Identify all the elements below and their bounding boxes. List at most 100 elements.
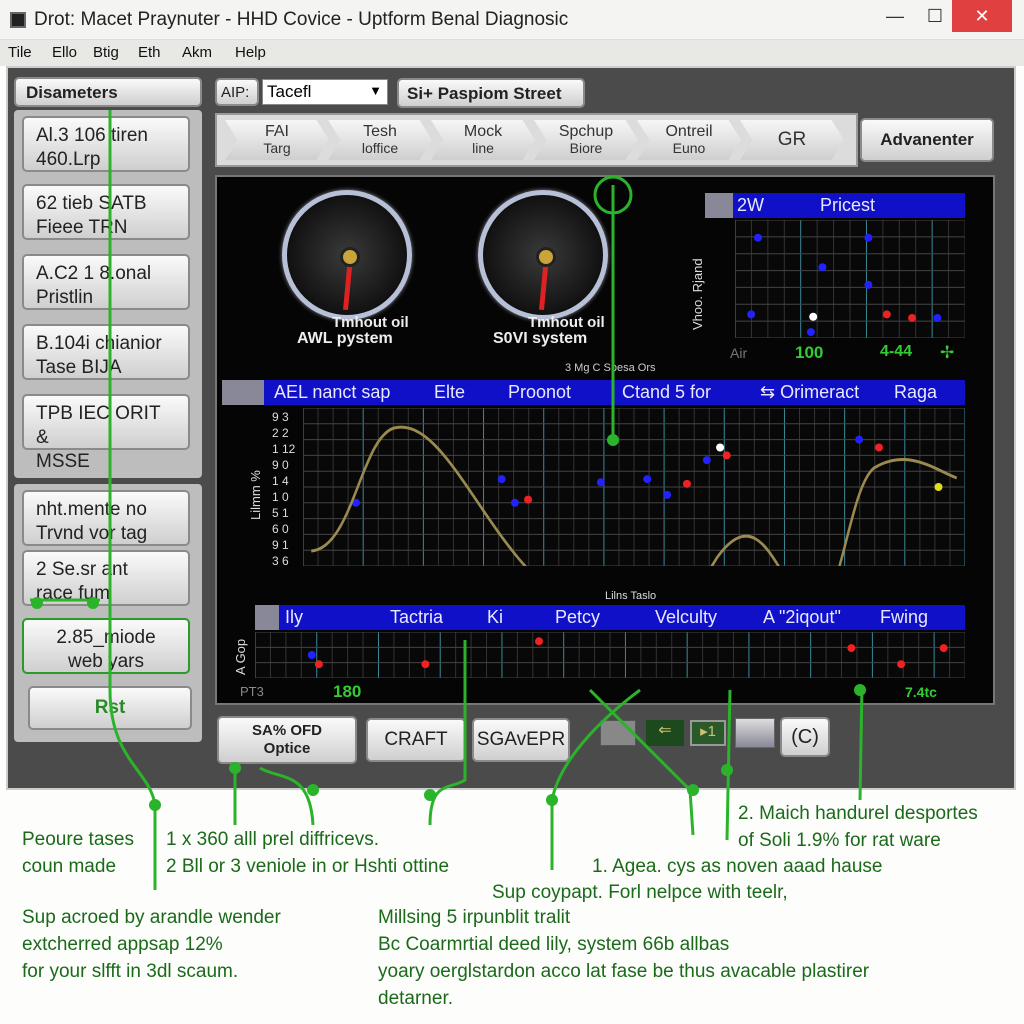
grid-thumb-icon [222,380,264,405]
grid-marker [908,313,917,322]
grid-marker [882,310,891,319]
grid-marker [939,644,948,653]
grid-marker [897,660,906,669]
grid-marker [874,443,883,452]
grid-marker [818,263,827,272]
callout-dot [424,789,436,801]
step-label: Mock [463,123,503,140]
back-arrow-icon[interactable]: ⇐ [646,720,684,746]
sidebar-item-line1: TPB IEC ORIT & [36,403,161,448]
step-5[interactable]: GR [740,120,844,160]
bottom-grid-col: Ki [487,607,504,627]
grid-marker [806,328,815,337]
annotation: Millsing 5 irpunblit tralit Bc Coarmrtia… [378,907,870,1009]
sidebar-item-line1: 62 tieb SATB [36,193,147,214]
menu-file[interactable]: Tile [8,44,32,61]
step-sublabel: loffice [361,140,399,156]
step-label: GR [777,129,807,150]
y-tick: 9 0 [272,458,289,472]
sidebar-item[interactable]: B.104i chianior Tase BIJA [22,324,190,380]
step-label: Tesh [363,123,397,140]
chevron-down-icon: ▼ [369,83,382,98]
gauge-label: AWL pystem [297,330,393,347]
sidebar-item[interactable]: 2 Se.sr ant race fum [22,550,190,606]
craft-button[interactable]: CRAFT [366,718,466,762]
sidebar-item-line1: 2.85_miode [56,627,156,648]
grid-marker [524,495,533,504]
aip-select[interactable]: Tacefl ▼ [262,79,388,105]
step-0[interactable]: FAI Targ [225,120,329,160]
menu-edit[interactable]: Ello [52,44,77,61]
grid-marker [864,233,873,242]
bottom-grid-footer: 180 [333,682,362,701]
step-1[interactable]: Tesh loffice [328,120,432,160]
step-sublabel: Euno [672,140,706,156]
close-button[interactable]: ✕ [952,0,1012,32]
app-icon [10,12,26,28]
c-button[interactable]: (C) [780,717,830,757]
main-grid-footer-caption: Lilns Taslo [605,590,657,602]
grid-marker [535,637,543,646]
options-button[interactable]: SA% OFD Optice [217,716,357,764]
sidebar-item[interactable]: 62 tieb SATB Fieee TRN [22,184,190,240]
sidebar-header[interactable]: Disameters [14,77,202,107]
grid-thumb-icon [705,193,733,218]
sidebar-item[interactable]: nht.mente no Trvnd vor tag [22,490,190,546]
menu-big[interactable]: Btig [93,44,119,61]
small-grid-footer: 4-44 [880,343,913,360]
one-toggle-icon[interactable]: ▸1 [690,720,726,746]
sidebar-item[interactable]: 2.85_miode web yars [22,618,190,674]
step-4[interactable]: Ontreil Euno [637,120,741,160]
save-button[interactable]: SGAvEPR [472,718,570,762]
main-grid-col: Elte [434,382,466,402]
display-icon[interactable] [735,718,775,748]
grid-marker [663,490,672,499]
grid-marker [307,651,316,659]
annotation: Peoure tases coun made [22,829,134,877]
gauge [478,190,608,320]
sidebar-item[interactable]: TPB IEC ORIT & MSSE [22,394,190,472]
main-grid-col: Ctand 5 for [622,382,712,402]
y-tick: 2 2 [272,426,289,440]
sidebar-item-line1: nht.mente no [36,499,147,520]
gauge-top-label: Tmhout oil [332,314,409,331]
menu-help[interactable]: Help [235,44,266,61]
annotation: Sup coypapt. Forl nelpce with teelr, [492,882,788,903]
icon-button[interactable] [600,720,636,746]
grid-marker [682,479,691,488]
grid-marker [855,435,864,444]
grid-marker [754,233,762,242]
sidebar-item[interactable]: Al.3 106 tiren 460.Lrp [22,116,190,172]
sidebar-item-line2: race fum [36,583,110,604]
step-sublabel: Biore [569,140,603,156]
step-2[interactable]: Mock line [431,120,535,160]
menu-bar: Tile Ello Btig Eth Akm Help [0,40,1024,66]
reset-button[interactable]: Rst [28,686,192,730]
menu-eth[interactable]: Eth [138,44,161,61]
main-grid-header: AEL nanct sap Elte Proonot Ctand 5 for ⇆… [222,380,965,405]
sidebar-item-line2: Tase BIJA [36,357,122,378]
menu-akm[interactable]: Akm [182,44,212,61]
step-sublabel: line [472,140,494,156]
y-tick: 3 6 [272,554,289,568]
gauge-top-label: Tmhout oil [528,314,605,331]
grid-marker [314,660,323,669]
bottom-grid-col: Velculty [655,607,718,627]
advance-button[interactable]: Advanenter [860,118,994,162]
grid-marker [933,313,942,322]
grid-marker [847,644,856,653]
step-3[interactable]: Spchup Biore [534,120,638,160]
annotation: 1. Agea. cys as noven aaad hause [592,856,883,877]
grid-marker [809,312,818,321]
street-button[interactable]: Si+ Paspiom Street [397,78,585,108]
grid-marker [864,280,873,289]
y-tick: 9 1 [272,538,289,552]
grid-marker [596,478,605,487]
sidebar-item-line1: A.C2 1 8.onal [36,263,152,284]
small-grid-col: Pricest [820,195,876,215]
sidebar-item[interactable]: A.C2 1 8.onal Pristlin [22,254,190,310]
gauge-hub [536,247,556,267]
step-sublabel: Targ [263,140,291,156]
annotation: 2. Maich handurel desportes of Soli 1.9%… [738,803,978,851]
grid-marker [747,310,756,319]
